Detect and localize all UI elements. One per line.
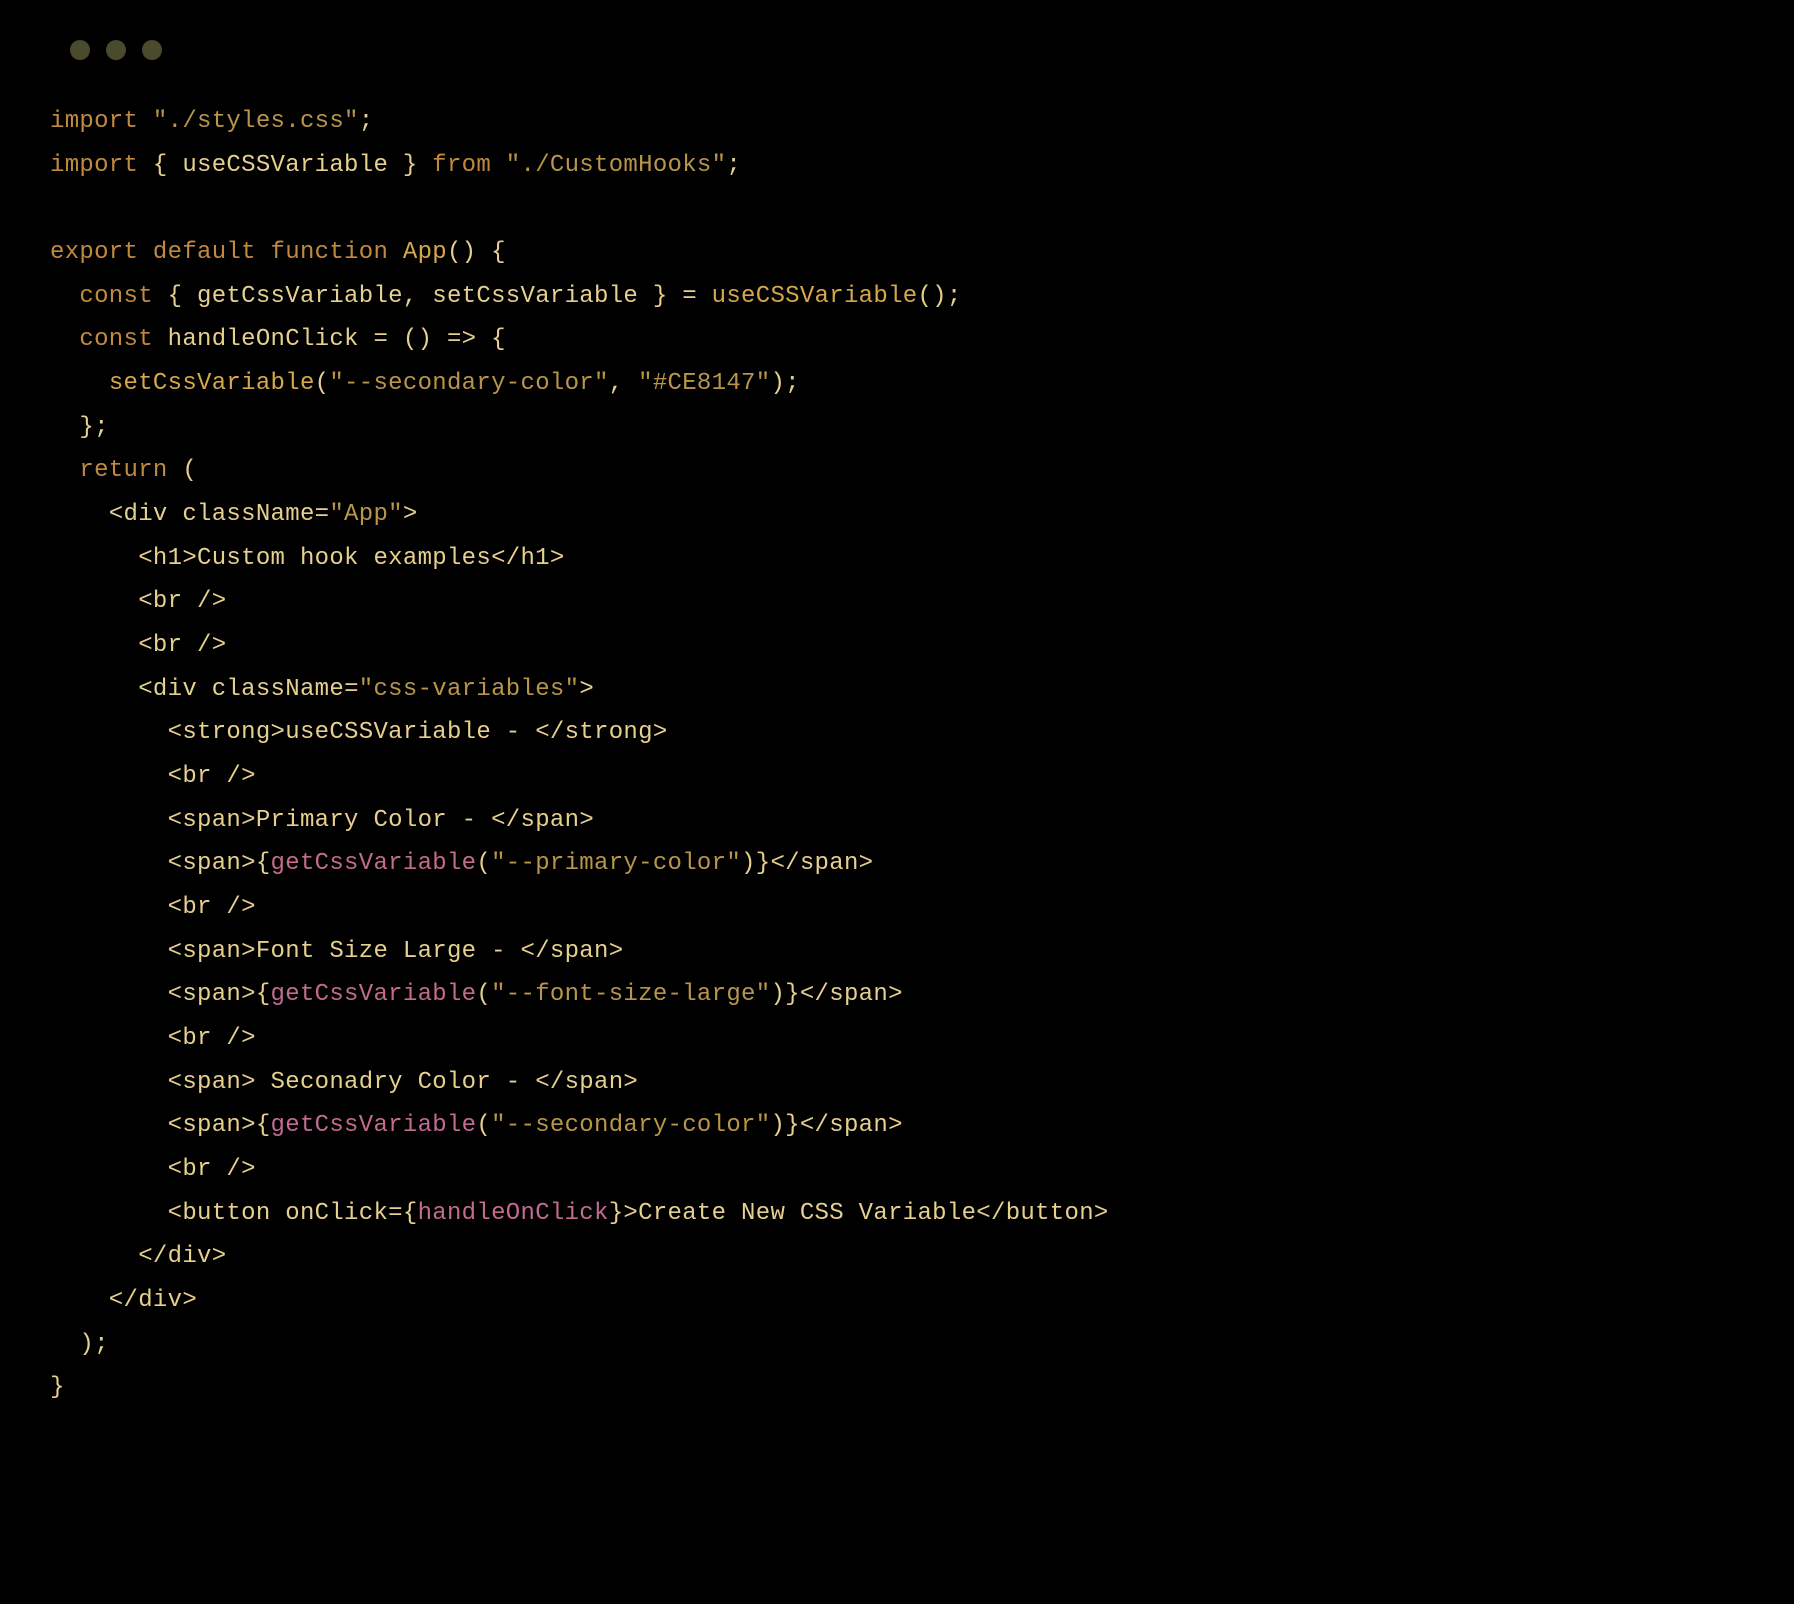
code-line: <div className="css-variables"> bbox=[50, 676, 594, 703]
code-line: <div className="App"> bbox=[50, 501, 418, 528]
code-line: <br /> bbox=[50, 894, 256, 921]
minimize-icon[interactable] bbox=[106, 40, 126, 60]
code-line: <br /> bbox=[50, 588, 226, 615]
code-line: <h1>Custom hook examples</h1> bbox=[50, 545, 565, 572]
code-line: import "./styles.css"; bbox=[50, 108, 373, 135]
code-window: import "./styles.css"; import { useCSSVa… bbox=[0, 0, 1794, 1604]
code-line: export default function App() { bbox=[50, 239, 506, 266]
code-line: import { useCSSVariable } from "./Custom… bbox=[50, 152, 741, 179]
code-line: <br /> bbox=[50, 763, 256, 790]
code-line: ); bbox=[50, 1331, 109, 1358]
code-line: <span>{getCssVariable("--secondary-color… bbox=[50, 1112, 903, 1139]
code-line: <span>Font Size Large - </span> bbox=[50, 938, 623, 965]
code-line: setCssVariable("--secondary-color", "#CE… bbox=[50, 370, 800, 397]
code-line: const { getCssVariable, setCssVariable }… bbox=[50, 283, 962, 310]
code-line: <span>Primary Color - </span> bbox=[50, 807, 594, 834]
code-line: <button onClick={handleOnClick}>Create N… bbox=[50, 1200, 1109, 1227]
code-line: return ( bbox=[50, 457, 197, 484]
close-icon[interactable] bbox=[70, 40, 90, 60]
code-line: <span>{getCssVariable("--primary-color")… bbox=[50, 850, 873, 877]
maximize-icon[interactable] bbox=[142, 40, 162, 60]
code-line: <span>{getCssVariable("--font-size-large… bbox=[50, 981, 903, 1008]
code-line: </div> bbox=[50, 1243, 226, 1270]
code-line: <strong>useCSSVariable - </strong> bbox=[50, 719, 668, 746]
code-line: <br /> bbox=[50, 1025, 256, 1052]
code-line: }; bbox=[50, 414, 109, 441]
code-block: import "./styles.css"; import { useCSSVa… bbox=[50, 100, 1744, 1410]
code-line: const handleOnClick = () => { bbox=[50, 326, 506, 353]
code-line: </div> bbox=[50, 1287, 197, 1314]
code-line: } bbox=[50, 1374, 65, 1401]
code-line: <span> Seconadry Color - </span> bbox=[50, 1069, 638, 1096]
code-line: <br /> bbox=[50, 632, 226, 659]
window-controls bbox=[70, 40, 1744, 60]
code-line: <br /> bbox=[50, 1156, 256, 1183]
